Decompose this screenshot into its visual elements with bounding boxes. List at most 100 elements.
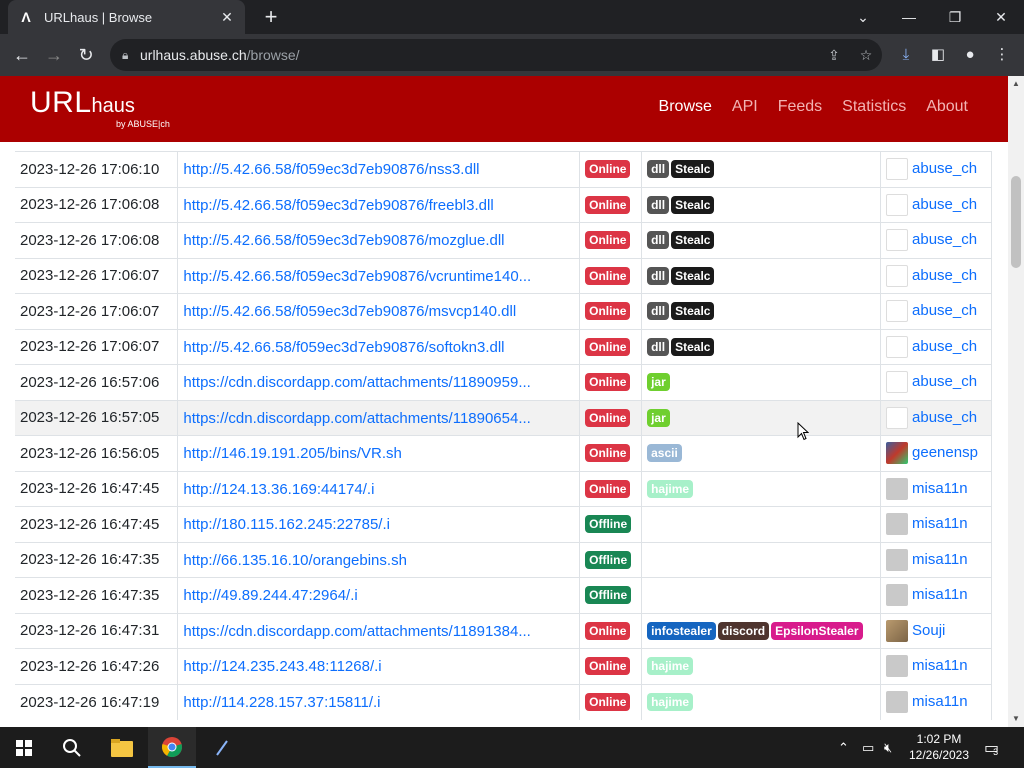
profile-icon[interactable]: ●: [956, 41, 984, 69]
reporter-link[interactable]: misa11n: [912, 551, 968, 568]
reporter-link[interactable]: abuse_ch: [912, 160, 977, 177]
network-icon[interactable]: ▭: [862, 727, 874, 768]
system-clock[interactable]: 1:02 PM 12/26/2023: [904, 731, 974, 763]
tag-badge[interactable]: hajime: [647, 693, 694, 711]
reporter-link[interactable]: misa11n: [912, 480, 968, 497]
tag-badge[interactable]: dll: [647, 160, 670, 179]
tab-search-icon[interactable]: ⌄: [840, 0, 886, 34]
reporter-link[interactable]: misa11n: [912, 586, 968, 603]
search-icon[interactable]: [48, 727, 96, 768]
address-url[interactable]: urlhaus.abuse.ch/browse/: [140, 47, 818, 63]
tag-badge[interactable]: infostealer: [647, 621, 716, 640]
scroll-down-icon[interactable]: ▼: [1008, 711, 1024, 727]
tag-badge[interactable]: dll: [647, 302, 670, 321]
tag-badge[interactable]: hajime: [647, 479, 694, 498]
nav-statistics[interactable]: Statistics: [842, 98, 906, 116]
reporter-link[interactable]: abuse_ch: [912, 338, 977, 355]
reporter-cell: abuse_ch: [880, 293, 992, 329]
status-badge: Offline: [585, 515, 632, 534]
reporter-link[interactable]: abuse_ch: [912, 409, 977, 426]
tags-cell: jar: [641, 399, 882, 436]
windows-start-icon[interactable]: [0, 727, 48, 768]
tag-badge[interactable]: dll: [647, 266, 670, 285]
url-link[interactable]: http://5.42.66.58/f059ec3d7eb90876/nss3.…: [183, 161, 479, 178]
url-link[interactable]: http://146.19.191.205/bins/VR.sh: [183, 445, 402, 462]
page-scrollbar[interactable]: ▲ ▼: [1008, 76, 1024, 727]
tab-close-icon[interactable]: ✕: [219, 9, 235, 26]
url-link[interactable]: http://124.13.36.169:44174/.i: [183, 481, 374, 498]
tag-badge[interactable]: dll: [647, 231, 670, 250]
status-badge: Online: [585, 337, 631, 356]
minimize-icon[interactable]: —: [886, 0, 932, 34]
status-cell: Offline: [579, 506, 643, 542]
reporter-link[interactable]: misa11n: [912, 515, 968, 532]
tag-badge[interactable]: jar: [647, 373, 670, 392]
reporter-link[interactable]: Souji: [912, 622, 945, 639]
bookmark-star-icon[interactable]: ☆: [850, 47, 882, 64]
tag-badge[interactable]: Stealc: [671, 337, 715, 356]
tag-badge[interactable]: hajime: [647, 657, 694, 676]
nav-api[interactable]: API: [732, 98, 758, 116]
tray-overflow-icon[interactable]: ⌃: [838, 727, 849, 768]
reporter-cell: misa11n: [880, 648, 992, 684]
url-link[interactable]: https://cdn.discordapp.com/attachments/1…: [183, 374, 530, 391]
url-link[interactable]: http://5.42.66.58/f059ec3d7eb90876/freeb…: [183, 197, 493, 214]
lock-icon[interactable]: 🔒︎: [122, 48, 140, 63]
reporter-link[interactable]: geenensp: [912, 444, 978, 461]
scroll-thumb[interactable]: [1011, 176, 1021, 268]
tag-badge[interactable]: Stealc: [671, 160, 715, 179]
tag-badge[interactable]: Stealc: [671, 195, 715, 214]
reporter-link[interactable]: misa11n: [912, 657, 968, 674]
url-link[interactable]: https://cdn.discordapp.com/attachments/1…: [183, 410, 530, 427]
pen-app-icon[interactable]: [198, 727, 246, 768]
tag-badge[interactable]: Stealc: [671, 231, 715, 250]
url-link[interactable]: http://5.42.66.58/f059ec3d7eb90876/softo…: [183, 339, 504, 356]
url-link[interactable]: http://49.89.244.47:2964/.i: [183, 587, 357, 604]
download-icon[interactable]: ⤓: [892, 41, 920, 69]
notifications-icon[interactable]: ▭ 3: [984, 727, 999, 768]
reporter-link[interactable]: abuse_ch: [912, 302, 977, 319]
url-link[interactable]: http://124.235.243.48:11268/.i: [183, 658, 381, 675]
side-panel-icon[interactable]: ◧: [924, 41, 952, 69]
share-icon[interactable]: ⇪: [818, 47, 850, 64]
window-close-icon[interactable]: ✕: [978, 0, 1024, 34]
nav-about[interactable]: About: [926, 98, 968, 116]
chrome-taskbar-icon[interactable]: [148, 727, 196, 768]
nav-feeds[interactable]: Feeds: [778, 98, 822, 116]
scroll-up-icon[interactable]: ▲: [1008, 76, 1024, 92]
reporter-link[interactable]: abuse_ch: [912, 196, 977, 213]
urlhaus-logo[interactable]: URLhaus by ABUSE|ch: [30, 86, 170, 129]
reporter-link[interactable]: abuse_ch: [912, 373, 977, 390]
volume-icon[interactable]: 🔇︎: [884, 727, 892, 768]
url-link[interactable]: http://66.135.16.10/orangebins.sh: [183, 552, 407, 569]
tag-badge[interactable]: dll: [647, 337, 670, 356]
browser-tab[interactable]: Λ URLhaus | Browse ✕: [8, 0, 245, 34]
tag-badge[interactable]: ascii: [647, 444, 682, 463]
url-link[interactable]: http://5.42.66.58/f059ec3d7eb90876/mozgl…: [183, 232, 504, 249]
url-link[interactable]: http://180.115.162.245:22785/.i: [183, 516, 390, 533]
forward-icon[interactable]: →: [40, 41, 68, 69]
new-tab-icon[interactable]: +: [258, 4, 284, 30]
url-link[interactable]: http://5.42.66.58/f059ec3d7eb90876/vcrun…: [183, 268, 531, 285]
nav-browse[interactable]: Browse: [659, 98, 712, 116]
tag-badge[interactable]: Stealc: [671, 302, 715, 321]
url-link[interactable]: https://cdn.discordapp.com/attachments/1…: [183, 623, 530, 640]
reload-icon[interactable]: ↻: [72, 41, 100, 69]
restore-icon[interactable]: ❐: [932, 0, 978, 34]
address-bar[interactable]: 🔒︎ urlhaus.abuse.ch/browse/ ⇪ ☆: [110, 39, 882, 71]
tags-cell: [641, 506, 882, 542]
reporter-link[interactable]: misa11n: [912, 693, 968, 710]
menu-kebab-icon[interactable]: ⋮: [988, 41, 1016, 69]
tag-badge[interactable]: EpsilonStealer: [771, 621, 863, 640]
reporter-link[interactable]: abuse_ch: [912, 231, 977, 248]
back-icon[interactable]: ←: [8, 41, 36, 69]
tag-badge[interactable]: discord: [717, 621, 770, 640]
reporter-link[interactable]: abuse_ch: [912, 267, 977, 284]
file-explorer-icon[interactable]: [98, 727, 146, 768]
tag-badge[interactable]: dll: [647, 195, 670, 214]
tag-badge[interactable]: jar: [647, 408, 670, 427]
dateadded-cell: 2023-12-26 16:47:19: [15, 683, 179, 720]
url-link[interactable]: http://5.42.66.58/f059ec3d7eb90876/msvcp…: [183, 303, 516, 320]
url-link[interactable]: http://114.228.157.37:15811/.i: [183, 694, 380, 711]
tag-badge[interactable]: Stealc: [671, 266, 715, 285]
